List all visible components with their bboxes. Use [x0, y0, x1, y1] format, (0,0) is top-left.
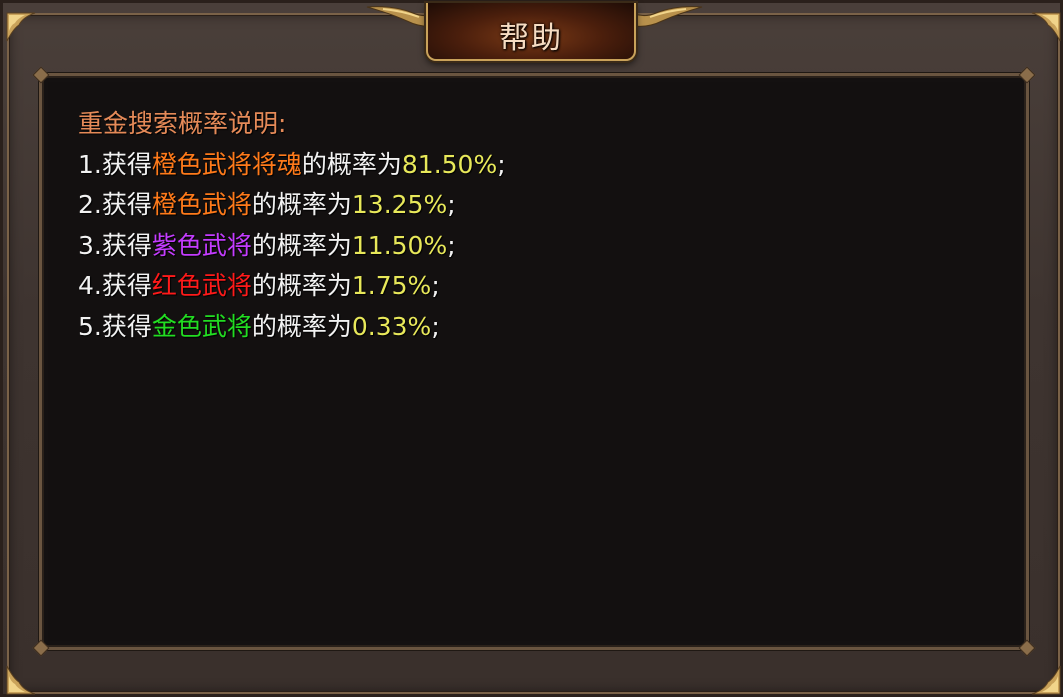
help-content-panel: 重金搜索概率说明: 1.获得橙色武将将魂的概率为81.50%; 2.获得橙色武将…	[32, 66, 1036, 657]
line-prefix: 2.获得	[78, 190, 152, 219]
line-suffix: ;	[497, 149, 506, 179]
line-suffix: ;	[431, 271, 440, 300]
line-prefix: 1.获得	[78, 149, 152, 179]
item-name: 金色武将	[151, 311, 252, 341]
item-name: 紫色武将	[151, 230, 252, 260]
probability-value: 0.33%	[351, 311, 432, 341]
line-mid: 的概率为	[301, 149, 402, 179]
line-mid: 的概率为	[251, 271, 352, 300]
item-name: 橙色武将将魂	[151, 149, 302, 179]
corner-ornament-icon	[1014, 11, 1062, 59]
help-text-block: 重金搜索概率说明: 1.获得橙色武将将魂的概率为81.50%; 2.获得橙色武将…	[78, 104, 506, 347]
item-name: 红色武将	[151, 271, 252, 300]
help-dialog: 帮助 重金搜索概率说明: 1.获得橙色武将将魂的概率为81.50%; 2.获得橙…	[0, 0, 1063, 697]
probability-value: 81.50%	[401, 149, 498, 179]
line-suffix: ;	[447, 230, 456, 260]
line-suffix: ;	[431, 311, 440, 341]
probability-line: 2.获得橙色武将的概率为13.25%;	[78, 185, 506, 226]
item-name: 橙色武将	[151, 190, 252, 219]
line-suffix: ;	[447, 190, 456, 219]
probability-line: 3.获得紫色武将的概率为11.50%;	[78, 226, 506, 267]
dialog-title: 帮助	[499, 21, 563, 56]
probability-value: 1.75%	[351, 271, 432, 300]
probability-value: 11.50%	[351, 230, 448, 260]
help-content-area: 重金搜索概率说明: 1.获得橙色武将将魂的概率为81.50%; 2.获得橙色武将…	[48, 82, 1020, 641]
help-heading: 重金搜索概率说明:	[78, 109, 287, 138]
probability-line: 4.获得红色武将的概率为1.75%;	[78, 266, 506, 307]
line-mid: 的概率为	[251, 190, 352, 219]
line-prefix: 5.获得	[78, 311, 152, 341]
line-mid: 的概率为	[251, 311, 352, 341]
probability-line: 1.获得橙色武将将魂的概率为81.50%;	[78, 145, 506, 186]
probability-line: 5.获得金色武将的概率为0.33%;	[78, 307, 506, 348]
corner-ornament-icon	[5, 648, 53, 696]
line-prefix: 3.获得	[78, 230, 152, 260]
title-wing-ornament-icon	[626, 3, 706, 33]
line-prefix: 4.获得	[78, 271, 152, 300]
title-plate: 帮助	[426, 3, 636, 61]
probability-value: 13.25%	[351, 190, 448, 219]
corner-ornament-icon	[5, 11, 53, 59]
corner-ornament-icon	[1014, 648, 1062, 696]
line-mid: 的概率为	[251, 230, 352, 260]
